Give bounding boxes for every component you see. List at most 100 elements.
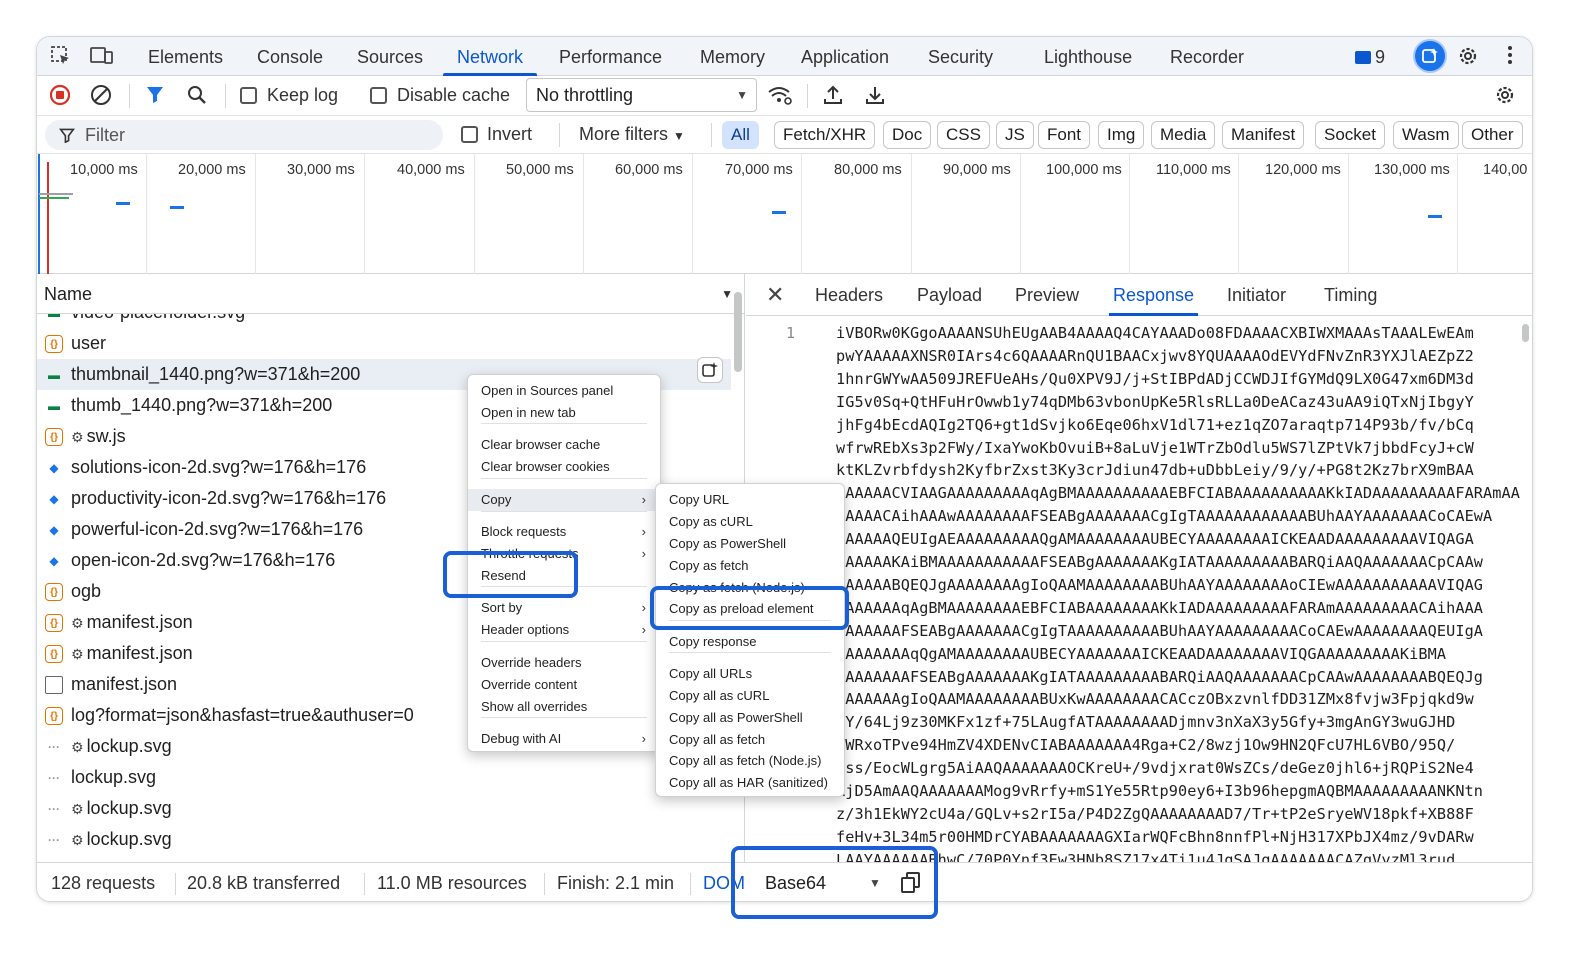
copy-item-copy-all-as-fetch-node-js[interactable]: Copy all as fetch (Node.js)	[656, 750, 844, 772]
issues-count: 9	[1375, 47, 1386, 67]
menu-item-block-requests[interactable]: Block requests ›	[468, 521, 660, 543]
menu-item-clear-browser-cache[interactable]: Clear browser cache	[468, 434, 660, 456]
type-filter-js[interactable]: JS	[996, 121, 1034, 149]
menu-item-override-content[interactable]: Override content	[468, 674, 660, 696]
copy-item-copy-all-as-har-sanitized[interactable]: Copy all as HAR (sanitized)	[656, 772, 844, 794]
copy-item-copy-all-as-fetch[interactable]: Copy all as fetch	[656, 729, 844, 751]
menu-item-throttle-requests[interactable]: Throttle requests ›	[468, 543, 660, 565]
more-filters-dropdown[interactable]: More filters ▼	[579, 124, 685, 145]
json-file-icon: {}	[45, 428, 63, 446]
menu-item-label: Show all overrides	[481, 699, 588, 714]
copy-item-copy-as-fetch-node-js[interactable]: Copy as fetch (Node.js)	[656, 577, 844, 599]
inspect-element-icon[interactable]	[49, 45, 73, 69]
filter-funnel-icon[interactable]	[143, 84, 167, 108]
tab-performance[interactable]: Performance	[559, 37, 662, 76]
copy-item-copy-all-as-curl[interactable]: Copy all as cURL	[656, 685, 844, 707]
copy-item-copy-as-fetch[interactable]: Copy as fetch	[656, 555, 844, 577]
response-line: feHv+3L34m5r00HMDrCYABAAAAAAAGXIarWQFcBh…	[836, 827, 1474, 846]
ai-row-action-icon[interactable]	[697, 357, 723, 383]
tab-lighthouse[interactable]: Lighthouse	[1044, 37, 1132, 76]
clear-icon[interactable]	[89, 84, 113, 108]
response-body[interactable]: 1 iVBORw0KGgoAAAANSUhEUgAAB4AAAAQ4CAYAAA…	[746, 316, 1532, 862]
device-toolbar-icon[interactable]	[90, 45, 114, 69]
type-filter-media[interactable]: Media	[1151, 121, 1216, 149]
tab-timing[interactable]: Timing	[1324, 274, 1377, 316]
settings-gear-icon[interactable]	[1456, 45, 1480, 69]
copy-icon[interactable]	[901, 872, 921, 894]
menu-item-copy[interactable]: Copy ›	[468, 489, 660, 511]
copy-item-copy-response[interactable]: Copy response	[656, 631, 844, 653]
chevron-down-icon: ▼	[673, 129, 685, 143]
tab-initiator[interactable]: Initiator	[1227, 274, 1286, 316]
type-filter-fetch-xhr[interactable]: Fetch/XHR	[774, 121, 876, 149]
panel-tab-bar: Elements Console Sources Network Perform…	[37, 37, 1532, 76]
service-worker-gear-icon: ⚙	[71, 429, 84, 445]
stop-recording-icon[interactable]	[48, 84, 72, 108]
menu-item-override-headers[interactable]: Override headers	[468, 652, 660, 674]
keep-log-checkbox[interactable]	[240, 87, 257, 104]
tab-sources[interactable]: Sources	[357, 37, 423, 76]
tab-security[interactable]: Security	[928, 37, 993, 76]
menu-item-header-options[interactable]: Header options ›	[468, 619, 660, 641]
timeline-overview[interactable]: 10,000 ms 20,000 ms 30,000 ms 40,000 ms …	[37, 154, 1532, 274]
copy-item-copy-all-as-powershell[interactable]: Copy all as PowerShell	[656, 707, 844, 729]
type-filter-manifest[interactable]: Manifest	[1222, 121, 1305, 149]
copy-item-copy-as-preload-element[interactable]: Copy as preload element	[656, 598, 844, 620]
tab-preview[interactable]: Preview	[1015, 274, 1079, 316]
table-row[interactable]: ▬ video-placeholder.svg	[37, 314, 731, 328]
export-har-icon[interactable]	[863, 84, 887, 108]
throttling-select[interactable]: No throttling ▼	[526, 78, 757, 112]
tab-network[interactable]: Network	[442, 37, 538, 76]
disable-cache-checkbox[interactable]	[370, 87, 387, 104]
invert-checkbox[interactable]	[461, 126, 478, 143]
tab-response[interactable]: Response	[1108, 274, 1199, 316]
copy-item-copy-as-curl[interactable]: Copy as cURL	[656, 511, 844, 533]
status-bar: 128 requests 20.8 kB transferred 11.0 MB…	[37, 862, 1532, 901]
type-filter-img[interactable]: Img	[1098, 121, 1145, 149]
menu-item-open-in-new-tab[interactable]: Open in new tab	[468, 402, 660, 424]
tab-elements[interactable]: Elements	[148, 37, 223, 76]
menu-item-resend[interactable]: Resend	[468, 565, 660, 587]
type-filter-socket[interactable]: Socket	[1315, 121, 1385, 149]
copy-item-copy-url[interactable]: Copy URL	[656, 489, 844, 511]
menu-item-open-in-sources-panel[interactable]: Open in Sources panel	[468, 380, 660, 402]
table-row[interactable]: ··· ⚙ lockup.svg	[37, 824, 731, 855]
menu-item-debug-with-ai[interactable]: Debug with AI ›	[468, 728, 660, 750]
type-filter-all[interactable]: All	[722, 121, 759, 149]
issues-counter[interactable]: 9	[1355, 45, 1385, 69]
ai-assistance-icon[interactable]	[1415, 41, 1445, 71]
tab-application[interactable]: Application	[801, 37, 889, 76]
chevron-right-icon: ›	[641, 600, 646, 615]
type-filter-other[interactable]: Other	[1462, 121, 1523, 149]
network-conditions-icon[interactable]	[767, 84, 792, 108]
tab-console[interactable]: Console	[257, 37, 323, 76]
chevron-right-icon: ›	[641, 731, 646, 746]
tab-payload[interactable]: Payload	[917, 274, 982, 316]
svg-file-icon: ◆	[49, 461, 59, 475]
tab-memory[interactable]: Memory	[700, 37, 765, 76]
menu-item-sort-by[interactable]: Sort by ›	[468, 597, 660, 619]
table-row[interactable]: ··· lockup.svg	[37, 762, 731, 793]
request-list-scrollbar[interactable]	[734, 292, 742, 372]
filter-input[interactable]: Filter	[45, 120, 443, 150]
table-row[interactable]: {} user	[37, 328, 731, 359]
type-filter-wasm[interactable]: Wasm	[1393, 121, 1459, 149]
network-settings-gear-icon[interactable]	[1493, 84, 1517, 108]
name-column-header[interactable]: Name ▼	[37, 274, 745, 314]
import-har-icon[interactable]	[821, 84, 845, 108]
type-filter-css[interactable]: CSS	[937, 121, 990, 149]
tab-recorder[interactable]: Recorder	[1170, 37, 1244, 76]
more-options-icon[interactable]	[1498, 45, 1522, 69]
menu-item-clear-browser-cookies[interactable]: Clear browser cookies	[468, 456, 660, 478]
copy-item-copy-all-urls[interactable]: Copy all URLs	[656, 663, 844, 685]
menu-item-show-all-overrides[interactable]: Show all overrides	[468, 696, 660, 718]
search-icon[interactable]	[185, 84, 209, 108]
tab-headers[interactable]: Headers	[815, 274, 883, 316]
type-filter-doc[interactable]: Doc	[883, 121, 932, 149]
service-worker-gear-icon: ⚙	[71, 832, 84, 848]
close-icon[interactable]: ✕	[766, 282, 784, 308]
copy-item-copy-as-powershell[interactable]: Copy as PowerShell	[656, 533, 844, 555]
table-row[interactable]: ··· ⚙ lockup.svg	[37, 793, 731, 824]
encoding-select[interactable]: Base64 ▼	[765, 863, 881, 901]
type-filter-font[interactable]: Font	[1038, 121, 1091, 149]
